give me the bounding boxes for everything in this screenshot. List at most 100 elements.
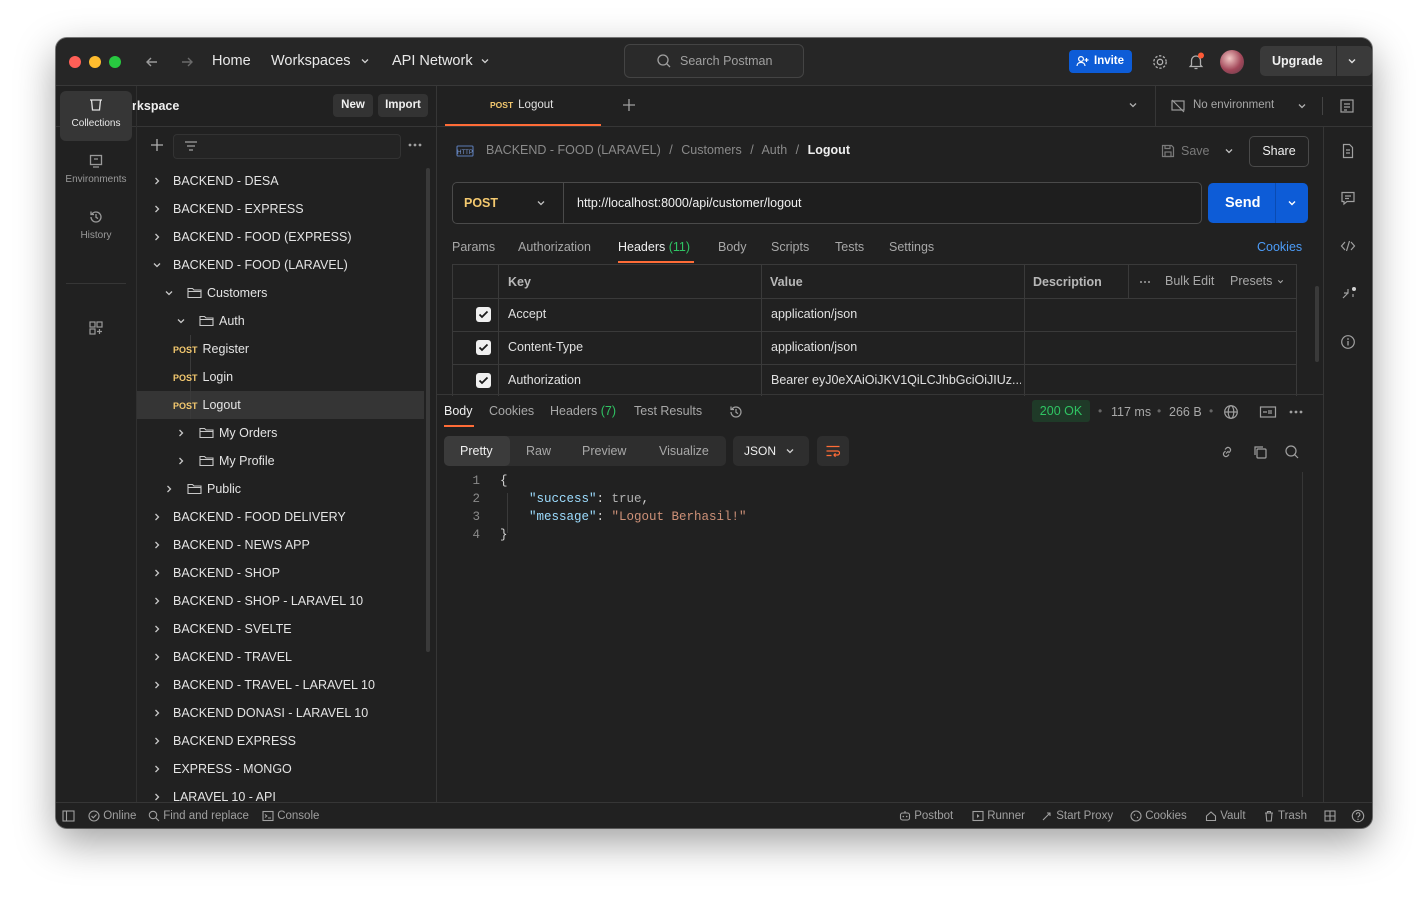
- collections-filter-input[interactable]: [173, 134, 401, 159]
- search-input[interactable]: Search Postman: [624, 44, 804, 78]
- tree-item[interactable]: BACKEND - TRAVEL: [137, 643, 424, 671]
- header-enabled-checkbox[interactable]: [476, 307, 491, 322]
- view-raw[interactable]: Raw: [526, 444, 551, 458]
- tree-item[interactable]: BACKEND - FOOD (LARAVEL): [137, 251, 424, 279]
- documentation-icon[interactable]: [1340, 143, 1356, 159]
- chevron-down-icon[interactable]: [175, 315, 187, 327]
- share-button[interactable]: Share: [1249, 136, 1309, 167]
- chevron-right-icon[interactable]: [151, 595, 163, 607]
- header-key[interactable]: Authorization: [508, 373, 581, 387]
- maximize-window-button[interactable]: [109, 56, 121, 68]
- chevron-right-icon[interactable]: [151, 203, 163, 215]
- environment-quick-look-icon[interactable]: [1339, 98, 1355, 114]
- status-badge[interactable]: 200 OK: [1032, 400, 1090, 422]
- tab-headers[interactable]: Headers (11): [618, 240, 690, 254]
- tab-body[interactable]: Body: [718, 240, 747, 254]
- close-window-button[interactable]: [69, 56, 81, 68]
- breadcrumb-folder-auth[interactable]: Auth: [761, 143, 787, 157]
- nav-api-network[interactable]: API Network: [392, 53, 491, 69]
- help-icon[interactable]: [1351, 809, 1365, 823]
- more-options-icon[interactable]: [408, 142, 422, 148]
- tree-item[interactable]: BACKEND DONASI - LARAVEL 10: [137, 699, 424, 727]
- tab-tests[interactable]: Tests: [835, 240, 864, 254]
- nav-home[interactable]: Home: [212, 53, 251, 69]
- tree-item[interactable]: BACKEND EXPRESS: [137, 727, 424, 755]
- wrap-lines-button[interactable]: [817, 436, 849, 466]
- chevron-right-icon[interactable]: [151, 539, 163, 551]
- tree-item[interactable]: POST Register: [137, 335, 424, 363]
- method-select[interactable]: POST: [453, 183, 564, 223]
- header-value[interactable]: Bearer eyJ0eXAiOiJKV1QiLCJhbGciOiJIUz...: [771, 373, 1021, 387]
- sidebar-scrollbar[interactable]: [426, 168, 430, 652]
- tree-item[interactable]: BACKEND - TRAVEL - LARAVEL 10: [137, 671, 424, 699]
- tree-item[interactable]: BACKEND - NEWS APP: [137, 531, 424, 559]
- upgrade-button[interactable]: Upgrade: [1260, 46, 1372, 76]
- tree-item[interactable]: My Orders: [137, 419, 424, 447]
- more-options-icon[interactable]: [1289, 409, 1303, 415]
- tab-settings[interactable]: Settings: [889, 240, 934, 254]
- chevron-right-icon[interactable]: [175, 455, 187, 467]
- header-value[interactable]: application/json: [771, 340, 1021, 354]
- tab-scripts[interactable]: Scripts: [771, 240, 809, 254]
- chevron-right-icon[interactable]: [151, 231, 163, 243]
- chevron-right-icon[interactable]: [151, 511, 163, 523]
- tab-params[interactable]: Params: [452, 240, 495, 254]
- response-tab-test-results[interactable]: Test Results: [634, 404, 702, 418]
- response-history-icon[interactable]: [728, 404, 744, 420]
- save-response-example-icon[interactable]: [1259, 404, 1277, 420]
- globe-network-icon[interactable]: [1223, 404, 1239, 420]
- cookies-button[interactable]: Cookies: [1130, 810, 1187, 822]
- code-scrollbar-track[interactable]: [1302, 472, 1303, 797]
- tabs-overflow-chevron-icon[interactable]: [1127, 99, 1139, 111]
- tab-authorization[interactable]: Authorization: [518, 240, 591, 254]
- copy-icon[interactable]: [1252, 444, 1268, 460]
- new-button[interactable]: New: [333, 94, 373, 117]
- forward-arrow-icon[interactable]: [179, 54, 195, 70]
- chevron-right-icon[interactable]: [175, 427, 187, 439]
- link-icon[interactable]: [1219, 444, 1235, 460]
- chevron-right-icon[interactable]: [151, 735, 163, 747]
- comments-icon[interactable]: [1340, 190, 1356, 206]
- trash-button[interactable]: Trash: [1263, 810, 1307, 822]
- chevron-right-icon[interactable]: [151, 623, 163, 635]
- chevron-down-icon[interactable]: [151, 259, 163, 271]
- invite-button[interactable]: Invite: [1069, 50, 1132, 73]
- tree-item[interactable]: My Profile: [137, 447, 424, 475]
- chevron-right-icon[interactable]: [151, 567, 163, 579]
- tree-item[interactable]: Auth: [137, 307, 424, 335]
- tree-item[interactable]: BACKEND - SHOP - LARAVEL 10: [137, 587, 424, 615]
- tree-item[interactable]: EXPRESS - MONGO: [137, 755, 424, 783]
- view-visualize[interactable]: Visualize: [659, 444, 709, 458]
- settings-gear-icon[interactable]: [1151, 53, 1169, 71]
- chevron-right-icon[interactable]: [163, 483, 175, 495]
- environment-selector[interactable]: No environment: [1193, 99, 1313, 111]
- tree-item[interactable]: BACKEND - SHOP: [137, 559, 424, 587]
- response-tab-headers[interactable]: Headers (7): [550, 404, 616, 418]
- response-size[interactable]: 266 B: [1169, 405, 1202, 419]
- tree-item[interactable]: Customers: [137, 279, 424, 307]
- back-arrow-icon[interactable]: [144, 54, 160, 70]
- chevron-down-icon[interactable]: [163, 287, 175, 299]
- format-select[interactable]: JSON: [733, 436, 809, 466]
- headers-scrollbar[interactable]: [1315, 286, 1319, 362]
- header-key[interactable]: Content-Type: [508, 340, 583, 354]
- chevron-right-icon[interactable]: [151, 763, 163, 775]
- vault-button[interactable]: Vault: [1205, 810, 1246, 822]
- online-status[interactable]: Online: [88, 810, 136, 822]
- response-time[interactable]: 117 ms: [1111, 405, 1151, 419]
- breadcrumb-folder-customers[interactable]: Customers: [681, 143, 741, 157]
- tree-item[interactable]: BACKEND - EXPRESS: [137, 195, 424, 223]
- bulk-edit-button[interactable]: Bulk Edit: [1165, 274, 1214, 288]
- chevron-right-icon[interactable]: [151, 175, 163, 187]
- nav-workspaces[interactable]: Workspaces: [271, 53, 371, 69]
- tree-item[interactable]: BACKEND - FOOD DELIVERY: [137, 503, 424, 531]
- save-disk-icon[interactable]: [1160, 143, 1176, 159]
- postbot-button[interactable]: Postbot: [899, 810, 953, 822]
- tree-item[interactable]: POST Logout: [137, 391, 424, 419]
- layout-grid-icon[interactable]: [1324, 810, 1336, 822]
- cookies-link[interactable]: Cookies: [1257, 240, 1302, 254]
- chevron-right-icon[interactable]: [151, 707, 163, 719]
- minimize-window-button[interactable]: [89, 56, 101, 68]
- tree-item[interactable]: Public: [137, 475, 424, 503]
- rail-environments[interactable]: Environments: [60, 147, 132, 197]
